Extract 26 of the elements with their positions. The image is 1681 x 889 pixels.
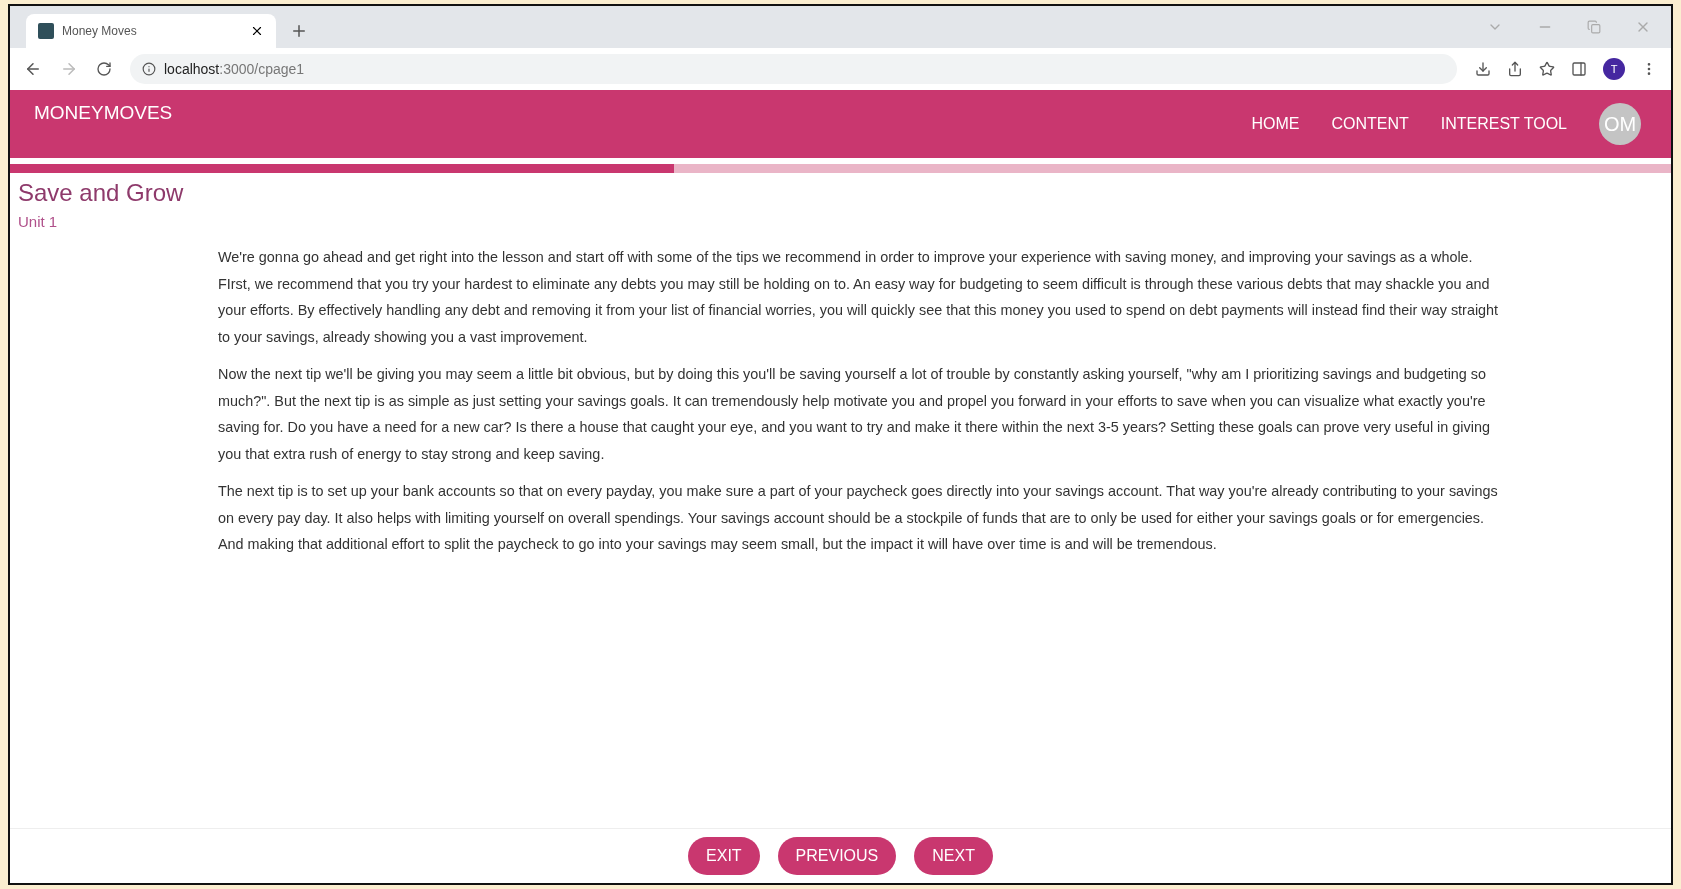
back-icon[interactable] bbox=[24, 60, 42, 78]
lesson-paragraph: The next tip is to set up your bank accounts so that on every payday, you make sure a part of your paycheck goes directly into your savings account. That way you're already contributing to your savings on every pay day. It also helps with limiting yourself on overall spendings. Your savings account should be a stockpile of funds that are to only be used for either your savings goals or for emergencies. And making that additional effort to split the paycheck to go into your savings may seem small, but the impact it will have over time is and will be tremendous. bbox=[218, 482, 1499, 554]
nav-button[interactable]: NEXT bbox=[914, 837, 993, 875]
browser-tab[interactable]: Money Moves bbox=[26, 14, 276, 48]
side-panel-icon[interactable] bbox=[1571, 61, 1587, 77]
profile-avatar[interactable]: T bbox=[1603, 58, 1625, 80]
lesson-paragraph: Now the next tip we'll be giving you may seem a little bit obvious, but by doing this you'll be saving yourself a lot of trouble by constantly asking yourself, "why am I prioritizing savings and budgeting so much?". But the next tip is as simple as just setting your savings goals. It can tremendously help motivate you and propel you forward in your efforts to save when you can visualize what exactly you're saving for. Do you have a need for a new car? Is there a house that caught your eye, and you want to try and make it there within the next 3-5 years? Setting these goals can prove very useful in giving you that extra rush of energy to stay strong and keep saving. bbox=[218, 365, 1491, 464]
nav-link[interactable]: HOME bbox=[1251, 115, 1300, 133]
brand-name: MONEYMOVES bbox=[34, 102, 173, 124]
unit-label: Unit 1 bbox=[18, 213, 59, 230]
lesson-title: Save and Grow bbox=[18, 179, 185, 207]
reload-icon[interactable] bbox=[96, 61, 112, 77]
new-tab-icon[interactable] bbox=[290, 22, 308, 40]
tab-title: Money Moves bbox=[62, 24, 138, 38]
star-icon[interactable] bbox=[1539, 61, 1555, 77]
nav-link[interactable]: INTEREST TOOL bbox=[1440, 115, 1567, 133]
address-bar[interactable]: localhost:3000/cpage1 bbox=[130, 54, 1457, 84]
info-icon[interactable] bbox=[142, 62, 156, 76]
lesson-paragraph: We're gonna go ahead and get right into the lesson and start off with some of the tips we recommend in order to improve your experience with saving money, and improving your savings as a whole. FIrst, we recommend that you try your hardest to eliminate any debts you may still be holding on to. An easy way for budgeting to seem difficult is through these various debts that may shackle you and your efforts. By effectively handling any debt and removing it from your list of financial worries, you will quickly see that this money you used to spend on debt payments will instead find their way straight to your savings, already showing you a vast improvement. bbox=[218, 248, 1500, 347]
download-icon[interactable] bbox=[1475, 61, 1491, 77]
nav-button[interactable]: PREVIOUS bbox=[777, 837, 897, 875]
nav-button[interactable]: EXIT bbox=[688, 837, 760, 875]
close-icon[interactable] bbox=[250, 24, 264, 38]
share-icon[interactable] bbox=[1507, 61, 1523, 77]
favicon-icon bbox=[38, 23, 54, 39]
nav-link[interactable]: CONTENT bbox=[1331, 115, 1409, 133]
